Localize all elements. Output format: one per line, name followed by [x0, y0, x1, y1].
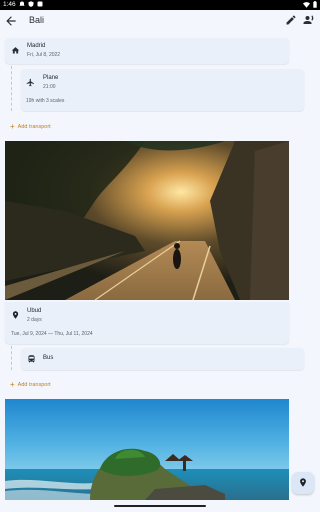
location-pin-icon	[12, 311, 19, 319]
connector-line-2	[11, 346, 12, 370]
wifi-icon	[303, 2, 311, 8]
start-location-card[interactable]: Madrid Fri, Jul 8, 2022	[5, 38, 289, 64]
stop-dates: Tue, Jul 9, 2024 — Thu, Jul 11, 2024	[11, 331, 93, 337]
transport-card-bus[interactable]: Bus	[21, 348, 304, 370]
plane-mode: Plane	[43, 75, 59, 81]
status-right-icons	[303, 1, 317, 10]
plus-icon: +	[10, 122, 15, 131]
connector-line	[11, 66, 12, 111]
notification-icon	[19, 1, 25, 6]
home-icon	[11, 47, 20, 54]
map-fab-button[interactable]	[292, 472, 314, 494]
add-transport-label-2: Add transport	[17, 382, 51, 388]
start-place: Madrid	[27, 43, 46, 49]
add-transport-button[interactable]: + Add transport	[10, 121, 51, 131]
destination-photo-ubud	[5, 141, 289, 300]
system-nav-bar	[0, 500, 320, 512]
ubud-street-image	[5, 141, 289, 300]
shield-icon	[28, 1, 34, 7]
bus-icon	[28, 355, 35, 363]
add-transport-button-2[interactable]: + Add transport	[10, 379, 51, 389]
add-transport-label: Add transport	[17, 124, 51, 130]
play-store-icon	[37, 1, 43, 7]
bus-mode: Bus	[43, 355, 54, 361]
battery-icon	[313, 1, 317, 8]
page-title: Bali	[29, 15, 45, 25]
stop-card-ubud[interactable]: Ubud 2 days Tue, Jul 9, 2024 — Thu, Jul …	[5, 302, 289, 344]
home-gesture-handle[interactable]	[114, 505, 206, 507]
status-icons	[19, 1, 43, 9]
location-pin-icon-fab	[300, 478, 306, 487]
stop-place: Ubud	[27, 308, 42, 314]
app-bar: Bali	[0, 10, 320, 32]
plane-icon	[26, 78, 34, 87]
status-bar: 1:46	[0, 0, 320, 10]
start-date: Fri, Jul 8, 2022	[27, 52, 61, 58]
back-arrow-icon[interactable]	[4, 14, 18, 28]
temple-sea-image	[5, 399, 289, 500]
transport-card-plane[interactable]: Plane 21:00 19h with 3 scales	[21, 69, 304, 111]
status-time: 1:46	[3, 1, 16, 8]
destination-photo-temple	[5, 399, 289, 500]
people-icon[interactable]	[303, 14, 315, 26]
edit-icon[interactable]	[285, 14, 297, 26]
plus-icon-2: +	[10, 380, 15, 389]
stop-duration: 2 days	[27, 317, 42, 323]
plane-time: 21:00	[43, 84, 56, 90]
plane-note: 19h with 3 scales	[26, 98, 65, 104]
